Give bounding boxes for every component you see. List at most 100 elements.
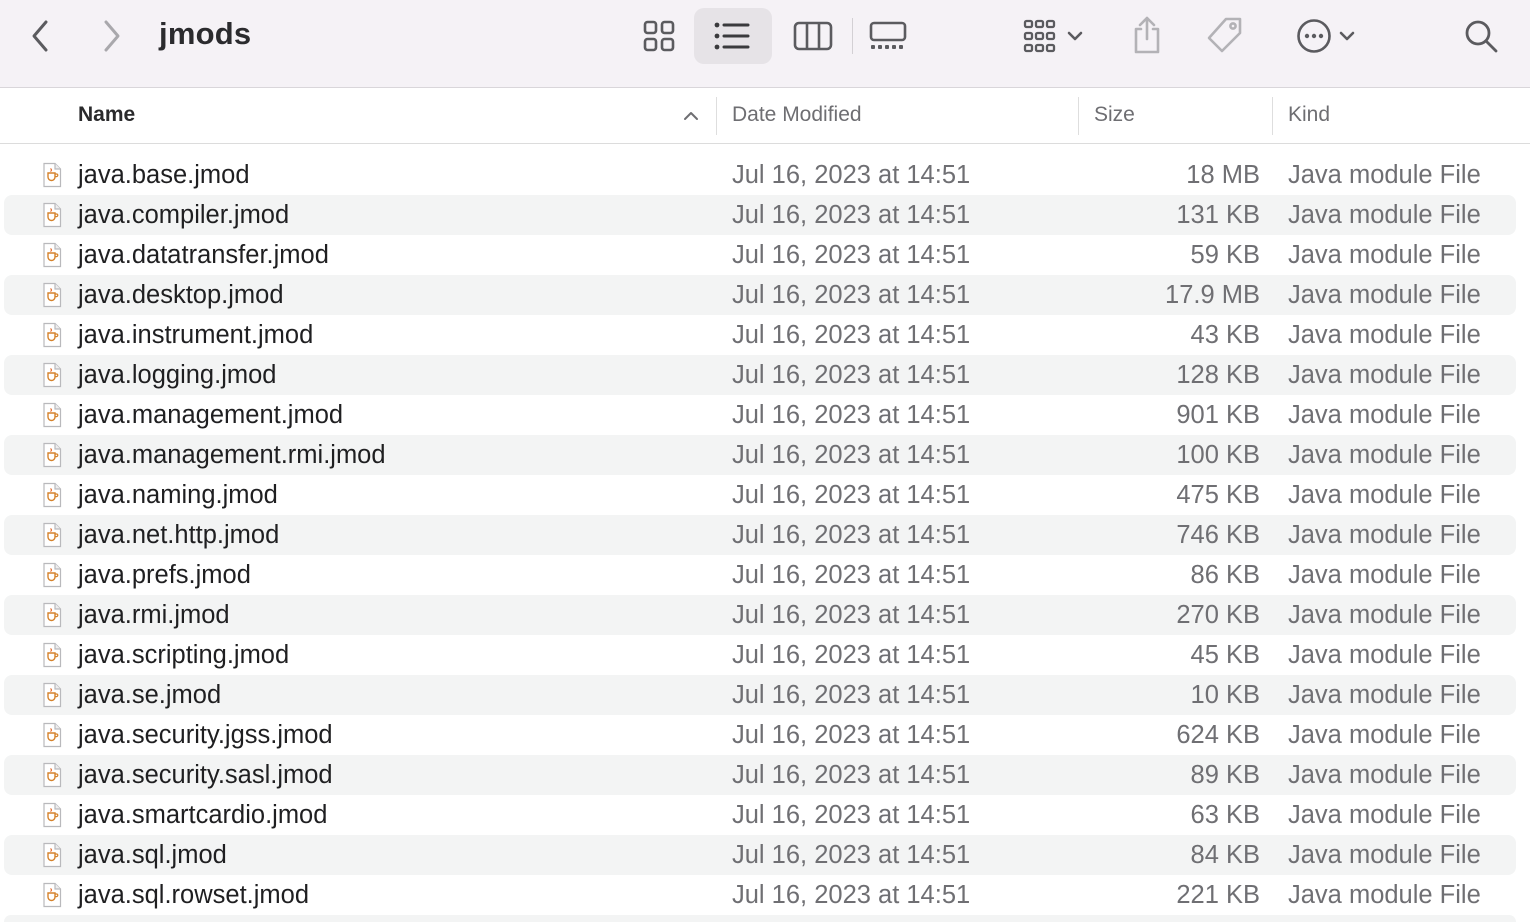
java-module-file-icon (40, 402, 64, 435)
file-size: 18 MB (1186, 161, 1260, 189)
gallery-view-button[interactable] (864, 14, 912, 58)
file-name: java.sql.jmod (78, 841, 227, 869)
chevron-right-icon (101, 19, 123, 53)
file-name: java.base.jmod (78, 161, 250, 189)
file-row[interactable]: java.instrument.jmod Jul 16, 2023 at 14:… (4, 315, 1516, 355)
file-size: 131 KB (1176, 201, 1260, 229)
group-by-icon (1020, 18, 1060, 54)
file-kind: Java module File (1288, 721, 1481, 749)
file-kind: Java module File (1288, 321, 1481, 349)
file-size: 128 KB (1176, 361, 1260, 389)
file-name: java.naming.jmod (78, 481, 278, 509)
file-row[interactable]: java.naming.jmod Jul 16, 2023 at 14:51 4… (4, 475, 1516, 515)
java-module-file-icon (40, 562, 64, 595)
file-kind: Java module File (1288, 361, 1481, 389)
file-kind: Java module File (1288, 481, 1481, 509)
list-view-icon (714, 21, 750, 56)
file-row[interactable]: java.prefs.jmod Jul 16, 2023 at 14:51 86… (4, 555, 1516, 595)
share-button[interactable] (1126, 10, 1168, 60)
column-header-name[interactable]: Name (78, 89, 135, 144)
tag-icon (1205, 15, 1245, 55)
file-row[interactable]: java.datatransfer.jmod Jul 16, 2023 at 1… (4, 235, 1516, 275)
file-row[interactable]: java.security.sasl.jmod Jul 16, 2023 at … (4, 755, 1516, 795)
file-date-modified: Jul 16, 2023 at 14:51 (732, 881, 971, 909)
file-row[interactable]: java.smartcardio.jmod Jul 16, 2023 at 14… (4, 795, 1516, 835)
list-view-button[interactable] (694, 8, 772, 64)
file-row[interactable]: java.management.jmod Jul 16, 2023 at 14:… (4, 395, 1516, 435)
file-kind: Java module File (1288, 161, 1481, 189)
file-kind: Java module File (1288, 681, 1481, 709)
file-size: 10 KB (1190, 681, 1260, 709)
file-name: java.security.sasl.jmod (78, 761, 333, 789)
file-size: 475 KB (1176, 481, 1260, 509)
column-header-kind[interactable]: Kind (1288, 89, 1330, 144)
more-actions-button[interactable] (1288, 12, 1364, 60)
file-row[interactable]: java.logging.jmod Jul 16, 2023 at 14:51 … (4, 355, 1516, 395)
file-kind: Java module File (1288, 761, 1481, 789)
java-module-file-icon (40, 162, 64, 195)
file-date-modified: Jul 16, 2023 at 14:51 (732, 761, 971, 789)
java-module-file-icon (40, 522, 64, 555)
file-kind: Java module File (1288, 601, 1481, 629)
column-view-button[interactable] (790, 14, 836, 58)
file-name: java.logging.jmod (78, 361, 277, 389)
file-date-modified: Jul 16, 2023 at 14:51 (732, 521, 971, 549)
file-size: 901 KB (1176, 401, 1260, 429)
group-by-button[interactable] (1012, 12, 1092, 60)
file-name: java.management.rmi.jmod (78, 441, 386, 469)
icon-view-button[interactable] (636, 14, 682, 58)
file-date-modified: Jul 16, 2023 at 14:51 (732, 361, 971, 389)
column-divider[interactable] (1272, 97, 1273, 135)
file-row[interactable]: java.desktop.jmod Jul 16, 2023 at 14:51 … (4, 275, 1516, 315)
column-divider[interactable] (1078, 97, 1079, 135)
column-divider[interactable] (716, 97, 717, 135)
java-module-file-icon (40, 202, 64, 235)
java-module-file-icon (40, 442, 64, 475)
file-date-modified: Jul 16, 2023 at 14:51 (732, 841, 971, 869)
file-name: java.security.jgss.jmod (78, 721, 333, 749)
file-name: java.datatransfer.jmod (78, 241, 329, 269)
file-row[interactable]: java.sql.rowset.jmod Jul 16, 2023 at 14:… (4, 875, 1516, 915)
file-size: 624 KB (1176, 721, 1260, 749)
column-header-size[interactable]: Size (1094, 89, 1135, 144)
search-button[interactable] (1458, 14, 1504, 58)
file-row[interactable]: java.scripting.jmod Jul 16, 2023 at 14:5… (4, 635, 1516, 675)
file-row[interactable]: java.management.rmi.jmod Jul 16, 2023 at… (4, 435, 1516, 475)
file-name: java.net.http.jmod (78, 521, 280, 549)
back-button[interactable] (22, 16, 58, 56)
file-row[interactable]: java.sql.jmod Jul 16, 2023 at 14:51 84 K… (4, 835, 1516, 875)
file-date-modified: Jul 16, 2023 at 14:51 (732, 281, 971, 309)
file-row[interactable]: java.se.jmod Jul 16, 2023 at 14:51 10 KB… (4, 675, 1516, 715)
file-size: 89 KB (1190, 761, 1260, 789)
chevron-down-icon (1338, 30, 1356, 42)
file-date-modified: Jul 16, 2023 at 14:51 (732, 401, 971, 429)
file-date-modified: Jul 16, 2023 at 14:51 (732, 681, 971, 709)
java-module-file-icon (40, 362, 64, 395)
file-kind: Java module File (1288, 521, 1481, 549)
file-row[interactable]: java.rmi.jmod Jul 16, 2023 at 14:51 270 … (4, 595, 1516, 635)
file-size: 221 KB (1176, 881, 1260, 909)
file-kind: Java module File (1288, 441, 1481, 469)
gallery-view-icon (868, 20, 908, 52)
file-row[interactable]: java.base.jmod Jul 16, 2023 at 14:51 18 … (4, 155, 1516, 195)
file-size: 63 KB (1190, 801, 1260, 829)
file-size: 270 KB (1176, 601, 1260, 629)
search-icon (1463, 18, 1499, 54)
file-row[interactable]: java.net.http.jmod Jul 16, 2023 at 14:51… (4, 515, 1516, 555)
java-module-file-icon (40, 842, 64, 875)
forward-button[interactable] (94, 16, 130, 56)
java-module-file-icon (40, 602, 64, 635)
file-name: java.prefs.jmod (78, 561, 251, 589)
tag-button[interactable] (1202, 12, 1248, 58)
file-date-modified: Jul 16, 2023 at 14:51 (732, 241, 971, 269)
file-kind: Java module File (1288, 401, 1481, 429)
file-row[interactable]: java.compiler.jmod Jul 16, 2023 at 14:51… (4, 195, 1516, 235)
column-header-date-modified[interactable]: Date Modified (732, 89, 862, 144)
file-date-modified: Jul 16, 2023 at 14:51 (732, 201, 971, 229)
window-title: jmods (159, 16, 252, 51)
file-kind: Java module File (1288, 561, 1481, 589)
java-module-file-icon (40, 682, 64, 715)
chevron-left-icon (29, 19, 51, 53)
java-module-file-icon (40, 882, 64, 915)
file-row[interactable]: java.security.jgss.jmod Jul 16, 2023 at … (4, 715, 1516, 755)
